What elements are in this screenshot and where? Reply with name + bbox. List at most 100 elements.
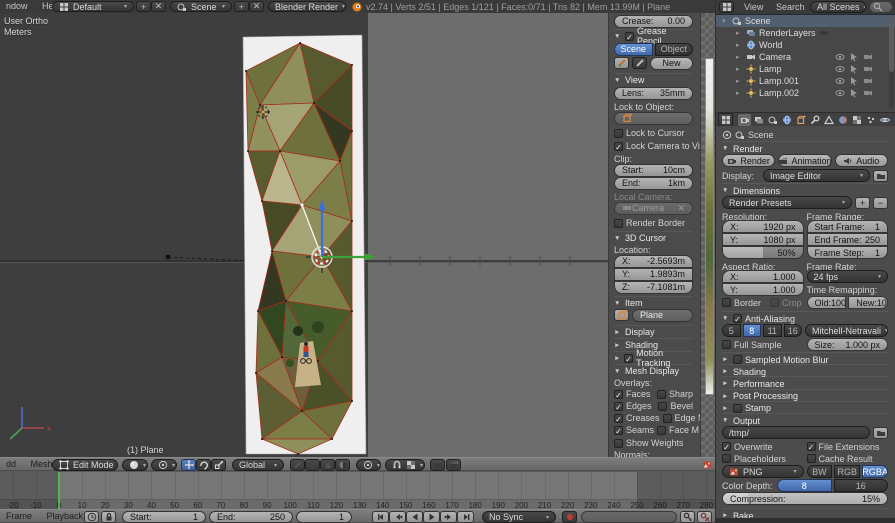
output-path-field[interactable]: /tmp/ <box>722 426 870 439</box>
crop-checkbox[interactable] <box>770 298 780 307</box>
visibility-icon[interactable] <box>835 52 845 62</box>
renderable-icon[interactable] <box>863 64 873 74</box>
panel-render[interactable]: ▼ Render <box>722 141 888 155</box>
remap-new-field[interactable]: New:100 <box>848 296 888 309</box>
motion-tracking-checkbox[interactable] <box>624 353 634 363</box>
grease-scene-tab[interactable]: Scene <box>614 42 653 56</box>
select-mode-face-icon[interactable] <box>320 459 335 471</box>
render-engine-selector[interactable]: Blender Render ▾ <box>268 1 346 12</box>
clip-end-field[interactable]: End: 1km <box>614 176 693 190</box>
anim-record-icon[interactable] <box>84 511 99 523</box>
channel-bw[interactable]: BW <box>806 465 833 478</box>
panel-mesh-display[interactable]: ▼ Mesh Display <box>614 364 693 377</box>
panel-grease-pencil[interactable]: ▼ Grease Pencil <box>614 26 693 46</box>
compression-slider[interactable]: Compression: 15% <box>722 492 888 505</box>
tab-object[interactable] <box>794 114 807 126</box>
panel-item[interactable]: ▼ Item <box>614 296 693 309</box>
preset-add-button[interactable]: + <box>855 196 870 209</box>
visibility-icon[interactable] <box>835 64 845 74</box>
tab-data[interactable] <box>822 114 835 126</box>
lock-frame-icon[interactable] <box>101 511 116 523</box>
viewport-shading-selector[interactable]: ▾ <box>122 459 148 471</box>
aspect-y-field[interactable]: Y: 1.000 <box>722 283 804 296</box>
render-button[interactable]: Render <box>722 154 776 167</box>
sync-mode-selector[interactable]: No Sync ▾ <box>482 511 556 523</box>
local-camera-field[interactable]: Camera ✕ <box>614 201 693 215</box>
outliner-menu-search[interactable]: Search <box>770 1 811 14</box>
outliner-editor-type-icon[interactable] <box>719 1 734 13</box>
grease-object-tab[interactable]: Object <box>654 42 693 56</box>
opengl-render-button[interactable] <box>430 459 445 471</box>
delete-keyframe-icon[interactable] <box>697 511 712 523</box>
tab-texture[interactable] <box>850 114 863 126</box>
tab-particles[interactable] <box>864 114 877 126</box>
overlay-bevel-checkbox[interactable] <box>658 401 668 411</box>
scene-selector[interactable]: Scene ▾ <box>170 1 232 12</box>
manipulator-scale-icon[interactable] <box>211 459 226 471</box>
placeholders-checkbox[interactable] <box>722 454 731 463</box>
resolution-percentage-slider[interactable]: 50% <box>722 246 804 259</box>
erase-pencil-icon[interactable] <box>632 57 647 69</box>
stamp-checkbox[interactable] <box>733 403 742 413</box>
manipulator-rotate-icon[interactable] <box>196 459 211 471</box>
aa-size-field[interactable]: Size: 1.000 px <box>806 338 888 351</box>
outliner-row-renderlayers[interactable]: ▸ RenderLayers <box>716 27 895 39</box>
color-depth-16[interactable]: 16 <box>833 479 888 492</box>
outliner-row-scene[interactable]: ▾ Scene <box>716 15 895 27</box>
tab-renderlayers[interactable] <box>752 114 765 126</box>
current-frame-field[interactable]: 1 <box>296 511 352 523</box>
animation-button[interactable]: Animation <box>778 154 832 167</box>
lock-camera-checkbox[interactable] <box>614 141 623 151</box>
tab-render[interactable] <box>738 113 751 126</box>
overlay-edge-m-checkbox[interactable] <box>662 413 672 423</box>
renderable-icon[interactable] <box>863 88 873 98</box>
tab-modifiers[interactable] <box>808 114 821 126</box>
outliner-search-input[interactable] <box>869 1 893 13</box>
selectable-icon[interactable] <box>849 52 859 62</box>
panel-dimensions[interactable]: ▼ Dimensions <box>722 183 888 197</box>
current-frame-line[interactable] <box>58 472 60 509</box>
outliner-row-camera[interactable]: ▸ Camera <box>716 51 895 63</box>
mode-selector[interactable]: Edit Mode▾ <box>52 459 118 471</box>
panel-3d-cursor[interactable]: ▼ 3D Cursor <box>614 231 693 244</box>
frame-end-field[interactable]: End: 250 <box>209 511 293 523</box>
insert-keyframe-icon[interactable] <box>680 511 695 523</box>
viewport-canvas[interactable]: x <box>0 13 608 457</box>
file-format-selector[interactable]: PNG ▾ <box>722 465 804 478</box>
panel-view[interactable]: ▼ View <box>614 73 693 86</box>
preset-remove-button[interactable]: − <box>873 196 888 209</box>
overlay-faces-checkbox[interactable] <box>614 389 623 399</box>
fps-selector[interactable]: 24 fps ▾ <box>806 270 888 283</box>
full-sample-checkbox[interactable] <box>722 340 731 349</box>
lock-to-cursor-checkbox[interactable] <box>614 128 623 138</box>
aa-filter-selector[interactable]: Mitchell-Netravali ▾ <box>805 324 888 337</box>
overlay-creases-checkbox[interactable] <box>614 413 623 423</box>
menu-frame[interactable]: Frame <box>0 510 38 523</box>
keying-set-field[interactable] <box>581 511 677 523</box>
menu-window[interactable]: ndow <box>0 0 34 13</box>
aa-samples-8[interactable]: 8 <box>742 324 761 337</box>
frame-step-field[interactable]: Frame Step: 1 <box>806 246 888 259</box>
jump-to-end-button[interactable] <box>457 511 474 523</box>
display-new-window-icon[interactable] <box>873 169 888 182</box>
manipulator-translate-icon[interactable] <box>181 459 196 471</box>
lens-field[interactable]: Lens: 35mm <box>614 86 693 100</box>
file-extensions-checkbox[interactable] <box>806 442 816 451</box>
renderable-icon[interactable] <box>863 76 873 86</box>
outliner-row-lamp[interactable]: ▸ Lamp <box>716 63 895 75</box>
tab-editor[interactable] <box>718 112 733 127</box>
image-editor-strip[interactable] <box>700 13 715 457</box>
snap-selector[interactable]: ▾ <box>385 459 425 471</box>
render-presets-selector[interactable]: Render Presets ▾ <box>722 196 852 209</box>
layout-selector[interactable]: Default ▾ <box>52 1 134 12</box>
overlay-seams-checkbox[interactable] <box>614 425 623 435</box>
cursor-z-field[interactable]: Z: -7.1081m <box>614 280 693 294</box>
image-editor-type-icon[interactable] <box>702 460 712 470</box>
breadcrumb-pin-icon[interactable] <box>722 130 732 140</box>
selectable-icon[interactable] <box>849 76 859 86</box>
select-mode-vert-icon[interactable] <box>290 459 305 471</box>
overwrite-checkbox[interactable] <box>722 442 731 451</box>
aa-samples-11[interactable]: 11 <box>763 324 782 337</box>
next-keyframe-button[interactable] <box>440 511 457 523</box>
play-reverse-button[interactable] <box>406 511 423 523</box>
